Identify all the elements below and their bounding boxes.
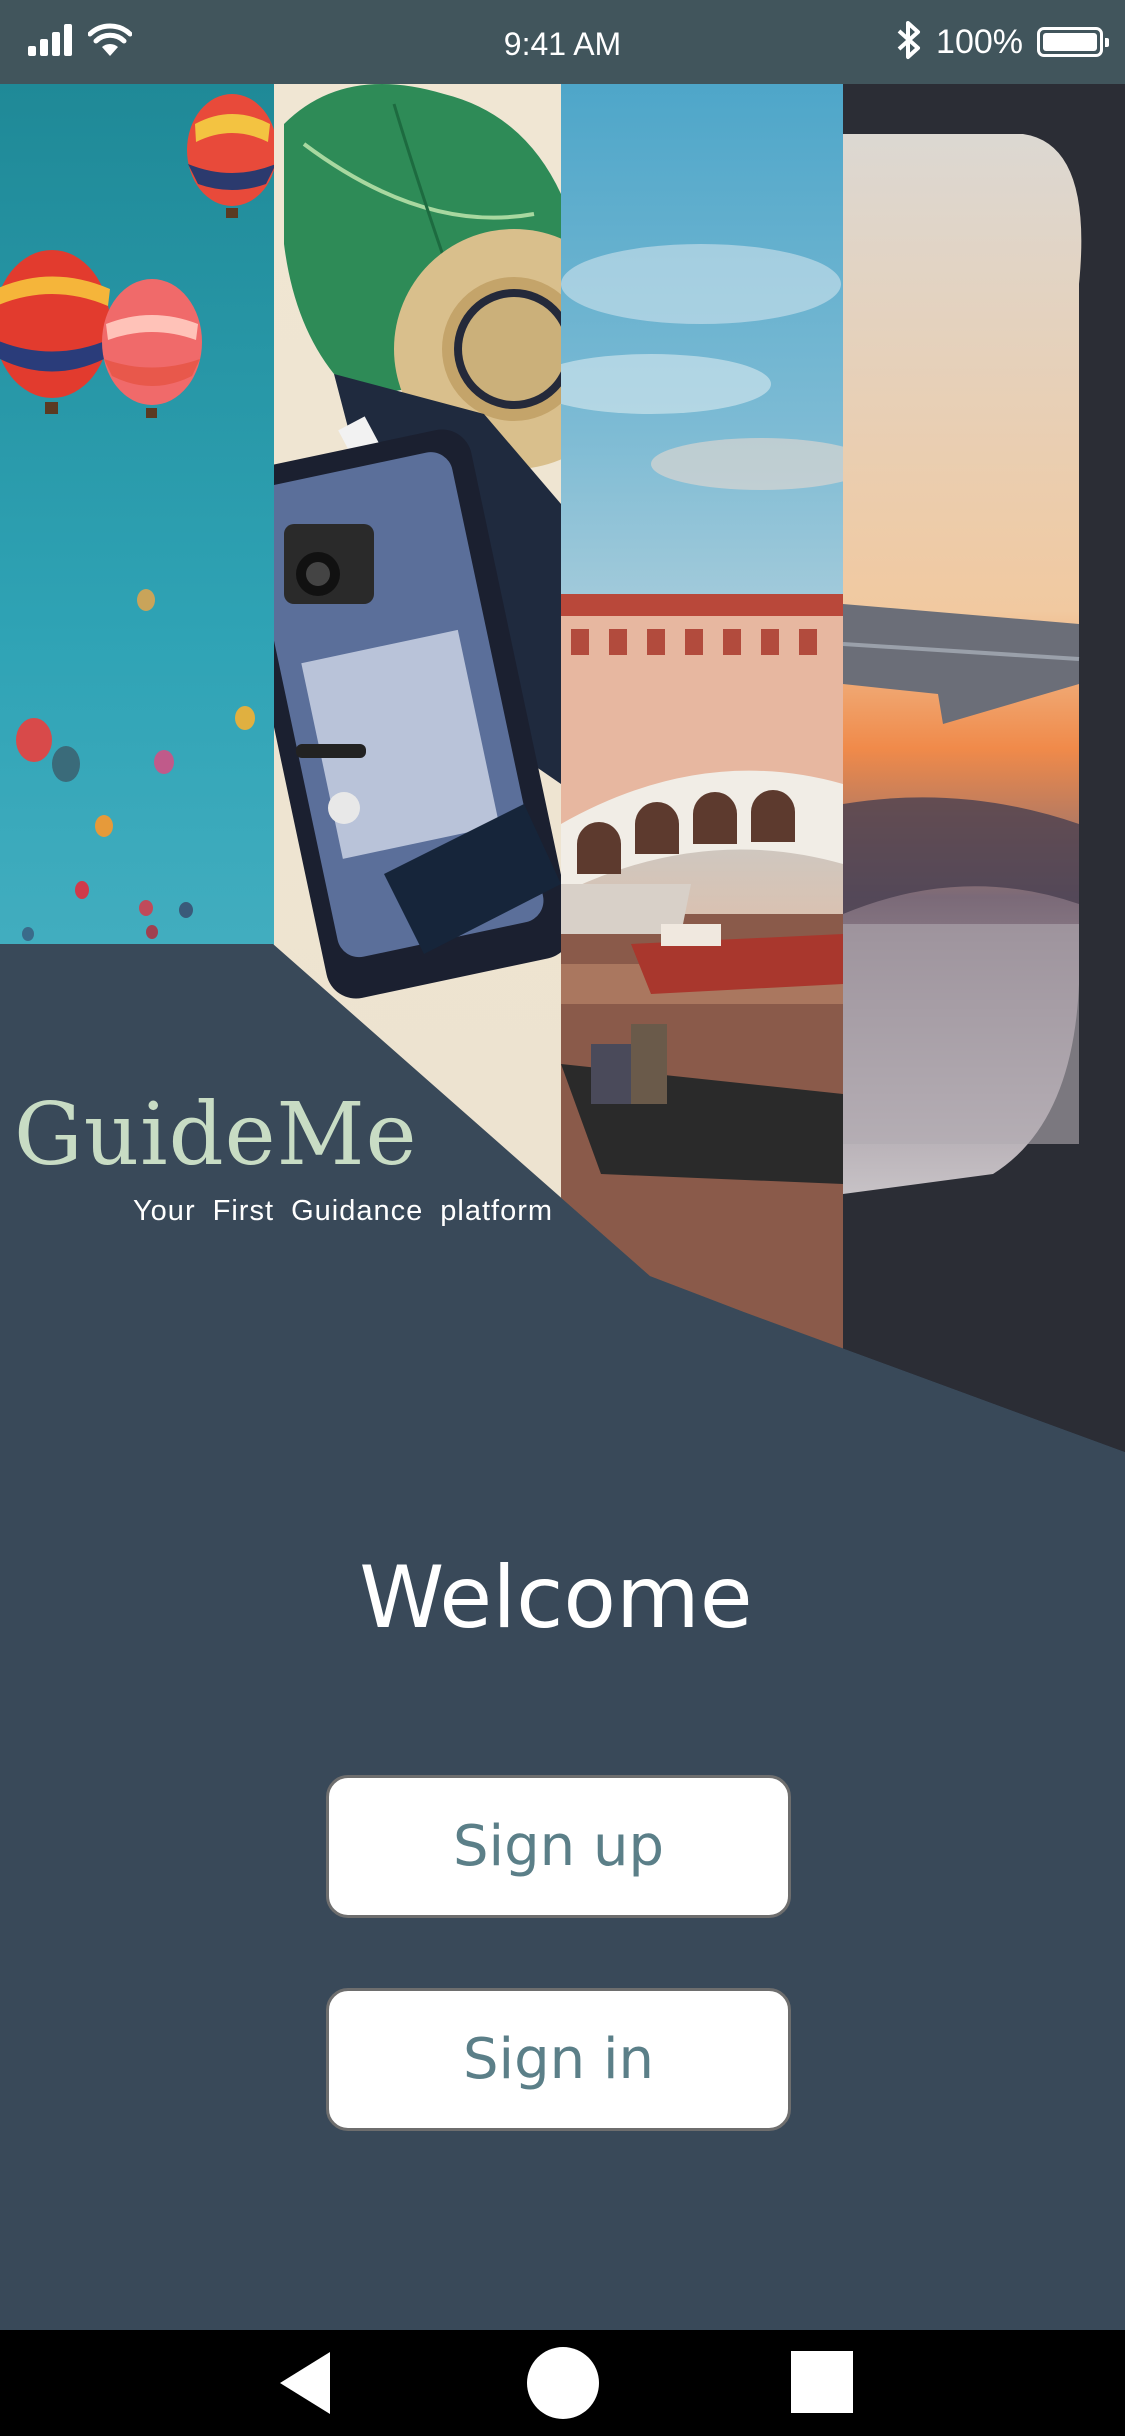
packed-suitcase-photo bbox=[274, 84, 561, 1452]
brand-tagline: Your First Guidance platform bbox=[133, 1195, 554, 1227]
airplane-window-sunset-photo bbox=[843, 84, 1125, 1452]
sign-in-label: Sign in bbox=[463, 2027, 654, 2092]
welcome-title: Welcome bbox=[359, 1548, 753, 1648]
home-icon[interactable] bbox=[527, 2347, 599, 2419]
sign-up-label: Sign up bbox=[453, 1814, 664, 1879]
status-bar: 9:41 AM 100% bbox=[0, 0, 1125, 84]
battery-percent: 100% bbox=[936, 22, 1023, 61]
sign-up-button[interactable]: Sign up bbox=[326, 1775, 791, 1918]
brand-title: GuideMe bbox=[14, 1085, 418, 1185]
sign-in-button[interactable]: Sign in bbox=[326, 1988, 791, 2131]
status-right-group: 100% bbox=[896, 0, 1109, 84]
hero-collage bbox=[0, 84, 1125, 1452]
battery-cap bbox=[1105, 38, 1109, 47]
battery-icon bbox=[1037, 27, 1109, 57]
recents-icon[interactable] bbox=[791, 2351, 853, 2413]
navigation-bar bbox=[0, 2330, 1125, 2436]
battery-fill bbox=[1043, 33, 1097, 51]
bluetooth-icon bbox=[896, 18, 922, 66]
back-icon[interactable] bbox=[280, 2352, 330, 2414]
hot-air-balloons-photo bbox=[0, 84, 274, 1452]
venice-rialto-bridge-photo bbox=[561, 84, 843, 1452]
